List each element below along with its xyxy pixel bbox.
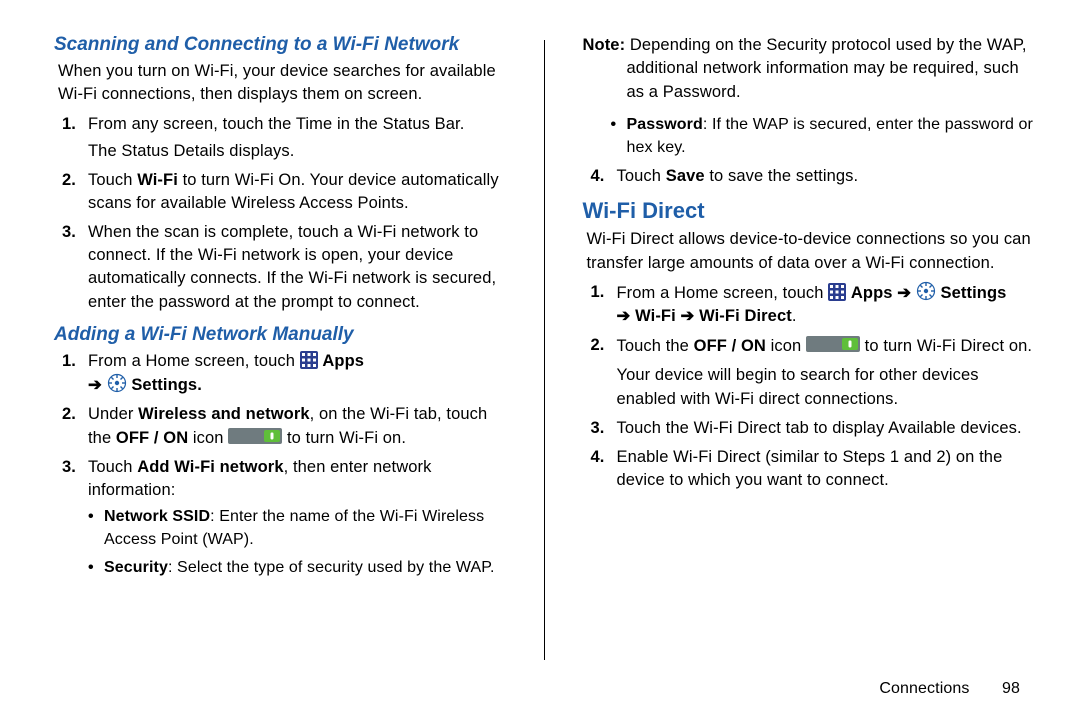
wfd-step-2c: icon: [766, 337, 806, 355]
scan-intro: When you turn on Wi-Fi, your device sear…: [58, 60, 506, 107]
settings-label: Settings.: [131, 376, 202, 394]
wfd-step1-period: .: [792, 307, 797, 325]
heading-adding: Adding a Wi-Fi Network Manually: [54, 324, 506, 346]
scan-step-3-text: When the scan is complete, touch a Wi-Fi…: [88, 223, 496, 310]
note-label: Note:: [583, 36, 626, 54]
add-step-3-bullets: Network SSID: Enter the name of the Wi-F…: [88, 506, 506, 579]
right-column: Note: Depending on the Security protocol…: [583, 34, 1035, 700]
add-step-2a: Under: [88, 405, 138, 423]
apps-grid-icon: [828, 283, 846, 301]
add-steps-list: 1. From a Home screen, touch Apps ➔ Sett…: [62, 350, 506, 580]
scan-step-2: 2. Touch Wi-Fi to turn Wi-Fi On. Your de…: [62, 169, 506, 215]
scan-step-2b: Wi-Fi: [137, 171, 178, 189]
toggle-on-icon: [228, 426, 282, 446]
note-text: Depending on the Security protocol used …: [625, 36, 1026, 101]
wfd-step-2: 2. Touch the OFF / ON icon to turn Wi-Fi…: [591, 334, 1035, 411]
heading-scanning: Scanning and Connecting to a Wi-Fi Netwo…: [54, 34, 506, 56]
column-divider: [544, 40, 545, 660]
scan-step-1: 1. From any screen, touch the Time in th…: [62, 113, 506, 163]
scan-step-1b: The Status Details displays.: [88, 142, 294, 160]
bullet-ssid: Network SSID: Enter the name of the Wi-F…: [88, 506, 506, 551]
bullet-security-label: Security: [104, 559, 168, 576]
add-step-2e: icon: [188, 429, 228, 447]
wfd-step-1: 1. From a Home screen, touch Apps ➔ Sett…: [591, 281, 1035, 328]
bullet-ssid-label: Network SSID: [104, 508, 210, 525]
add-step-3: 3. Touch Add Wi-Fi network, then enter n…: [62, 456, 506, 579]
heading-wifi-direct: Wi-Fi Direct: [583, 198, 1035, 224]
footer-page-number: 98: [1002, 680, 1020, 698]
add-step-4c: to save the settings.: [705, 167, 859, 185]
wfd-step-2b: OFF / ON: [694, 337, 766, 355]
apps-label: Apps: [322, 352, 364, 370]
settings-label-2: Settings: [941, 284, 1007, 302]
wfd-step-2d: to turn Wi-Fi Direct on.: [865, 337, 1032, 355]
apps-label-2: Apps: [851, 284, 893, 302]
wifidir-label: Wi-Fi Direct: [699, 307, 792, 325]
bullet-password: Password: If the WAP is secured, enter t…: [611, 114, 1035, 159]
note-bullets: Password: If the WAP is secured, enter t…: [611, 114, 1035, 159]
wfd-step-2e: Your device will begin to search for oth…: [617, 364, 1035, 411]
settings-gear-icon: [916, 281, 936, 301]
wfd-step-4-text: Enable Wi-Fi Direct (similar to Steps 1 …: [617, 448, 1003, 489]
add-step-4a: Touch: [617, 167, 666, 185]
arrow: ➔: [88, 376, 107, 394]
page: Scanning and Connecting to a Wi-Fi Netwo…: [0, 0, 1080, 720]
add-step-4: 4. Touch Save to save the settings.: [591, 165, 1035, 188]
bullet-password-label: Password: [627, 116, 703, 133]
add-step-2: 2. Under Wireless and network, on the Wi…: [62, 403, 506, 450]
scan-step-1a: From any screen, touch the Time in the S…: [88, 115, 464, 133]
arrow-1: ➔: [893, 284, 916, 302]
add-step-1a: From a Home screen, touch: [88, 352, 300, 370]
add-step-2f: to turn Wi-Fi on.: [287, 429, 406, 447]
arrow-3: ➔: [676, 307, 699, 325]
wfd-step-2a: Touch the: [617, 337, 694, 355]
arrow-2: ➔: [617, 307, 636, 325]
scan-step-3: 3. When the scan is complete, touch a Wi…: [62, 221, 506, 313]
bullet-security-text: : Select the type of security used by th…: [168, 559, 495, 576]
wfd-step-3-text: Touch the Wi-Fi Direct tab to display Av…: [617, 419, 1022, 437]
add-step-4b: Save: [666, 167, 705, 185]
scan-steps-list: 1. From any screen, touch the Time in th…: [62, 113, 506, 314]
toggle-on-icon: [806, 334, 860, 354]
apps-grid-icon: [300, 351, 318, 369]
wfd-step-3: 3. Touch the Wi-Fi Direct tab to display…: [591, 417, 1035, 440]
wfd-intro: Wi-Fi Direct allows device-to-device con…: [587, 228, 1035, 275]
left-column: Scanning and Connecting to a Wi-Fi Netwo…: [54, 34, 506, 700]
wifi-label: Wi-Fi: [635, 307, 676, 325]
wfd-step-1a: From a Home screen, touch: [617, 284, 829, 302]
add-step-2d: OFF / ON: [116, 429, 188, 447]
add-step-2b: Wireless and network: [138, 405, 310, 423]
add-steps-list-cont: 4. Touch Save to save the settings.: [591, 165, 1035, 188]
wfd-step-4: 4. Enable Wi-Fi Direct (similar to Steps…: [591, 446, 1035, 492]
wfd-steps-list: 1. From a Home screen, touch Apps ➔ Sett…: [591, 281, 1035, 492]
add-step-3a: Touch: [88, 458, 137, 476]
add-step-3b: Add Wi-Fi network: [137, 458, 283, 476]
note-block: Note: Depending on the Security protocol…: [583, 34, 1035, 104]
add-step-1: 1. From a Home screen, touch Apps ➔ Sett…: [62, 350, 506, 397]
bullet-security: Security: Select the type of security us…: [88, 557, 506, 579]
scan-step-2a: Touch: [88, 171, 137, 189]
page-footer: Connections 98: [879, 680, 1020, 698]
footer-section: Connections: [879, 680, 969, 697]
settings-gear-icon: [107, 373, 127, 393]
